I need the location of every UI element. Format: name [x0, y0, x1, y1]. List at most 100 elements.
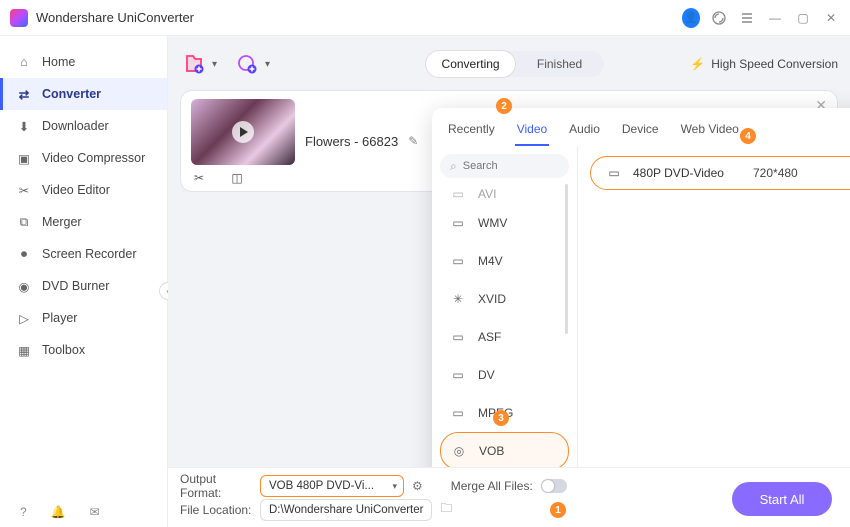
compressor-icon: ▣ — [16, 150, 32, 166]
trim-icon[interactable]: ✂ — [191, 171, 207, 185]
output-format-select[interactable]: VOB 480P DVD-Vi... ▾ — [260, 475, 404, 497]
preset-row[interactable]: ▭ 480P DVD-Video 720*480 ✎ — [590, 156, 850, 190]
sidebar-item-label: Downloader — [42, 119, 109, 133]
format-search[interactable]: ⌕ — [440, 154, 569, 178]
sidebar-item-home[interactable]: ⌂Home — [0, 46, 167, 78]
play-icon — [232, 121, 254, 143]
callout-1: 1 — [550, 502, 566, 518]
add-file-button[interactable] — [180, 50, 208, 78]
merge-toggle-row: Merge All Files: — [451, 479, 567, 493]
status-segmented: Converting Finished — [426, 51, 604, 77]
preset-name: 480P DVD-Video — [633, 166, 753, 180]
tab-video[interactable]: Video — [515, 118, 549, 146]
output-format-value: VOB 480P DVD-Vi... — [269, 480, 374, 492]
callout-2: 2 — [496, 98, 512, 114]
format-item-dv[interactable]: ▭ DV — [440, 356, 569, 394]
sidebar-item-merger[interactable]: ⧉ Merger — [0, 206, 167, 238]
tab-web-video[interactable]: Web Video — [679, 118, 741, 146]
sidebar-item-label: Converter — [42, 87, 101, 101]
tab-finished[interactable]: Finished — [515, 51, 604, 77]
sidebar-item-toolbox[interactable]: ▦Toolbox — [0, 334, 167, 366]
settings-icon[interactable]: ⚙ — [412, 479, 423, 493]
scrollbar[interactable] — [565, 184, 568, 334]
tab-recently[interactable]: Recently — [446, 118, 497, 146]
format-panel: Recently Video Audio Device Web Video ⌕ … — [432, 108, 850, 498]
search-input[interactable] — [463, 160, 553, 172]
format-icon: ▭ — [448, 215, 468, 231]
app-logo — [10, 9, 28, 27]
format-item-vob[interactable]: ◎ VOB — [440, 432, 569, 470]
format-item-avi[interactable]: ▭AVI — [440, 184, 569, 204]
file-location-label: File Location: — [180, 503, 260, 517]
bottom-icons: ? 🔔 ✉ — [20, 505, 100, 519]
sidebar-item-recorder[interactable]: ⏺Screen Recorder — [0, 238, 167, 270]
format-icon: ▭ — [448, 367, 468, 383]
format-item-m4v[interactable]: ▭M4V — [440, 242, 569, 280]
crop-icon[interactable]: ◫ — [229, 171, 245, 185]
file-name: Flowers - 66823 — [305, 134, 398, 149]
feedback-icon[interactable]: ✉ — [90, 505, 100, 519]
video-icon: ▭ — [605, 166, 623, 180]
app-title: Wondershare UniConverter — [36, 10, 194, 25]
bell-icon[interactable]: 🔔 — [51, 505, 66, 519]
start-all-button[interactable]: Start All — [732, 482, 832, 516]
sidebar-item-label: Player — [42, 311, 77, 325]
high-speed-toggle[interactable]: ⚡ High Speed Conversion — [690, 57, 838, 71]
search-icon: ⌕ — [450, 159, 457, 174]
callout-3: 3 — [493, 410, 509, 426]
close-button[interactable]: ✕ — [822, 9, 840, 27]
format-item-asf[interactable]: ▭ASF — [440, 318, 569, 356]
format-label: XVID — [478, 292, 506, 306]
format-label: DV — [478, 368, 495, 382]
file-location-value[interactable]: D:\Wondershare UniConverter — [260, 499, 432, 521]
card-actions: ✂ ◫ — [191, 171, 245, 185]
format-label: VOB — [479, 444, 504, 458]
edit-name-icon[interactable]: ✎ — [408, 134, 418, 148]
sidebar-item-label: Video Compressor — [42, 151, 145, 165]
converter-icon: ⇄ — [16, 86, 32, 102]
sidebar-item-downloader[interactable]: ⬇ Downloader — [0, 110, 167, 142]
sidebar-item-converter[interactable]: ⇄ Converter — [0, 78, 167, 110]
preset-column: ▭ 480P DVD-Video 720*480 ✎ — [578, 146, 850, 498]
video-thumbnail[interactable] — [191, 99, 295, 165]
maximize-button[interactable]: ▢ — [794, 9, 812, 27]
add-file-dropdown[interactable]: ▾ — [212, 59, 217, 70]
sidebar: ⌂Home ⇄ Converter ⬇ Downloader ▣ Video Comp… — [0, 36, 168, 527]
callout-4: 4 — [740, 128, 756, 144]
add-url-dropdown[interactable]: ▾ — [265, 59, 270, 70]
format-item-xvid[interactable]: ✳XVID — [440, 280, 569, 318]
format-label: AVI — [478, 187, 496, 201]
format-list[interactable]: ▭AVI ▭WMV ▭M4V ✳XVID ▭ASF ▭DV ▭MPEG ◎VOB — [440, 184, 569, 490]
chevron-down-icon: ▾ — [392, 481, 397, 492]
help-icon[interactable]: ? — [20, 505, 27, 519]
sidebar-item-dvd[interactable]: ◉DVD Burner — [0, 270, 167, 302]
format-tabs: Recently Video Audio Device Web Video — [432, 108, 850, 146]
format-item-wmv[interactable]: ▭ WMV — [440, 204, 569, 242]
format-icon: ▭ — [448, 253, 468, 269]
sidebar-item-editor[interactable]: ✂Video Editor — [0, 174, 167, 206]
main: ▾ ▾ Converting Finished ⚡ High Speed Con… — [168, 36, 850, 527]
merge-label: Merge All Files: — [451, 479, 533, 493]
minimize-button[interactable]: — — [766, 9, 784, 27]
open-folder-icon[interactable]: 🗀 — [440, 499, 452, 520]
support-icon[interactable] — [710, 9, 728, 27]
sidebar-item-compressor[interactable]: ▣ Video Compressor — [0, 142, 167, 174]
merge-toggle[interactable] — [541, 479, 567, 493]
sidebar-item-player[interactable]: ▷Player — [0, 302, 167, 334]
home-icon: ⌂ — [16, 54, 32, 70]
format-list-column: ⌕ ▭AVI ▭WMV ▭M4V ✳XVID ▭ASF ▭DV ▭MPEG ◎V… — [432, 146, 578, 498]
footer: Output Format: VOB 480P DVD-Vi... ▾ ⚙ Me… — [168, 467, 850, 527]
title-bar: Wondershare UniConverter 👤 — ▢ ✕ — [0, 0, 850, 36]
add-url-button[interactable] — [233, 50, 261, 78]
format-label: WMV — [478, 216, 507, 230]
menu-icon[interactable] — [738, 9, 756, 27]
disc-icon: ◎ — [449, 443, 469, 459]
merger-icon: ⧉ — [16, 214, 32, 230]
download-icon: ⬇ — [16, 118, 32, 134]
tab-converting[interactable]: Converting — [426, 51, 515, 77]
tab-audio[interactable]: Audio — [567, 118, 602, 146]
user-avatar[interactable]: 👤 — [682, 9, 700, 27]
sidebar-item-label: Video Editor — [42, 183, 110, 197]
sidebar-item-label: Merger — [42, 215, 82, 229]
tab-device[interactable]: Device — [620, 118, 661, 146]
